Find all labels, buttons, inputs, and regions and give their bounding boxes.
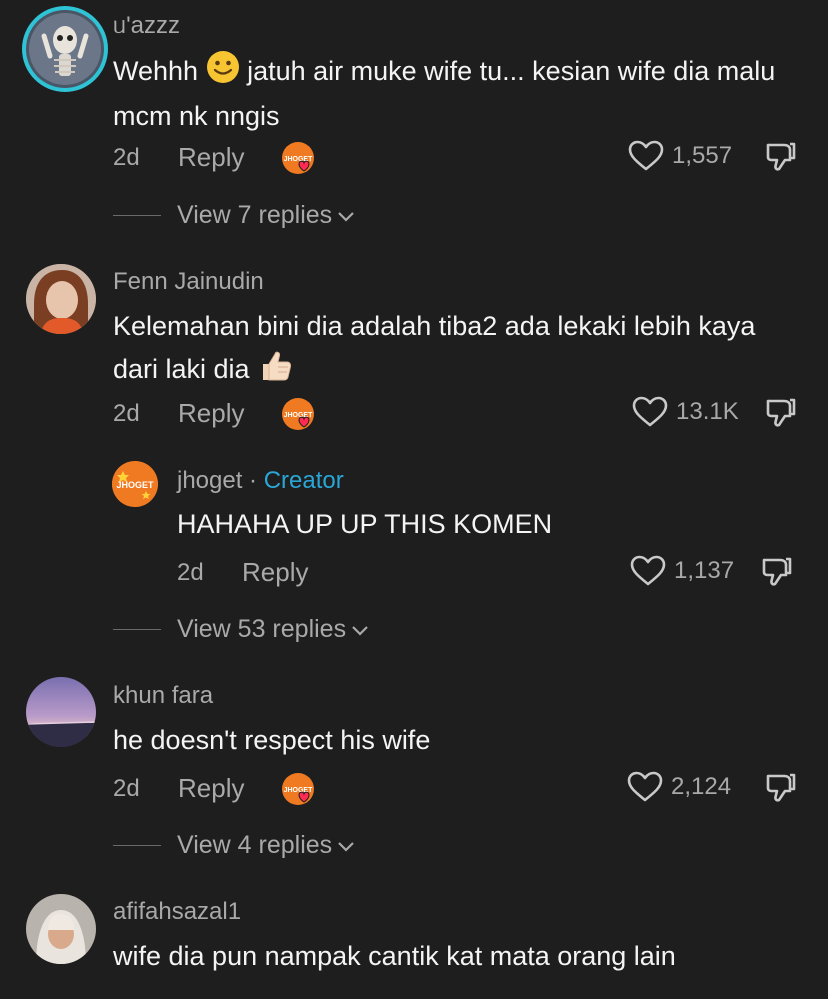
comment-time: 2d [113,775,140,802]
avatar[interactable] [26,677,96,747]
reply-button[interactable]: Reply [178,142,244,173]
profile-photo-image [26,264,96,334]
comment-text: Wehhh jatuh air muke wife tu... kesian w… [113,50,803,137]
creator-liked-badge-icon: JHOGET [281,141,317,177]
view-replies-button[interactable]: View 53 replies [177,615,370,644]
heart-icon [627,771,663,802]
view-replies-button[interactable]: View 4 replies [177,831,356,860]
profile-photo-image [26,894,96,964]
comment-text-part: Kelemahan bini dia adalah tiba2 ada leka… [113,311,756,385]
dislike-button[interactable] [760,555,794,589]
skeleton-avatar-image [26,10,104,88]
like-count: 1,137 [674,557,735,584]
comment-text: wife dia pun nampak cantik kat mata oran… [113,941,676,971]
like-button[interactable]: 2,124 [627,771,731,803]
heart-icon [632,396,668,427]
chevron-down-icon [338,211,354,222]
creator-avatar[interactable]: JHOGET [112,461,158,507]
thumbs-down-icon [762,557,792,586]
comment-time: 2d [113,144,140,171]
view-replies-label: View 7 replies [177,201,333,229]
reply-button[interactable]: Reply [178,398,244,429]
reply-username-row: jhoget · Creator [177,467,344,495]
comment-text: he doesn't respect his wife [113,725,431,755]
like-count: 2,124 [671,773,732,800]
chevron-down-icon [338,841,354,852]
jhoget-logo-icon: JHOGET [112,461,158,507]
thumbs-down-icon [766,773,796,802]
reply-button[interactable]: Reply [178,773,244,804]
chevron-down-icon [352,625,368,636]
heart-icon [628,140,664,171]
creator-liked-badge-icon: JHOGET [281,772,317,808]
heart-icon [630,555,666,586]
comment-username[interactable]: Fenn Jainudin [113,268,264,296]
dislike-button[interactable] [764,396,798,430]
divider-line [113,629,161,630]
comment-username[interactable]: khun fara [113,682,213,710]
like-count: 1,557 [672,142,733,169]
separator-dot: · [242,467,264,494]
divider-line [113,845,161,846]
avatar[interactable] [26,264,96,334]
comment-text: Kelemahan bini dia adalah tiba2 ada leka… [113,306,803,395]
view-replies-button[interactable]: View 7 replies [177,201,356,230]
view-replies-label: View 4 replies [177,831,333,859]
like-button[interactable]: 13.1K [632,396,739,428]
comment-item: ᥙ'azzz Wehhh jatuh air muke wife tu... k… [0,0,828,250]
sunset-photo-image [26,677,96,747]
slightly-smiling-face-icon [206,50,240,96]
comment-text-part: Wehhh [113,56,206,87]
dislike-button[interactable] [764,140,798,174]
comment-item: Fenn Jainudin Kelemahan bini dia adalah … [0,250,828,450]
avatar[interactable] [26,894,96,964]
like-count: 13.1K [676,398,739,425]
svg-text:JHOGET: JHOGET [116,480,154,490]
comment-text: HAHAHA UP UP THIS KOMEN [177,509,553,539]
like-button[interactable]: 1,557 [628,140,732,172]
thumbs-down-icon [766,142,796,171]
creator-liked-badge-icon: JHOGET [281,397,317,433]
comment-item: khun fara he doesn't respect his wife 2d… [0,665,828,880]
comment-username[interactable]: ᥙ'azzz [113,12,180,40]
comment-username[interactable]: jhoget [177,467,242,494]
reply-button[interactable]: Reply [242,557,308,588]
creator-label: Creator [263,467,344,494]
like-button[interactable]: 1,137 [630,555,734,587]
comment-item: afifahsazal1 wife dia pun nampak cantik … [0,880,828,999]
comment-username[interactable]: afifahsazal1 [113,898,241,926]
thumbs-up-icon [257,347,293,395]
thumbs-down-icon [766,398,796,427]
comment-time: 2d [113,400,140,427]
avatar[interactable] [22,6,108,92]
comment-time: 2d [177,559,204,586]
dislike-button[interactable] [764,771,798,805]
comment-reply-item: JHOGET jhoget · Creator HAHAHA UP UP THI… [0,455,828,655]
divider-line [113,215,161,216]
view-replies-label: View 53 replies [177,615,347,643]
